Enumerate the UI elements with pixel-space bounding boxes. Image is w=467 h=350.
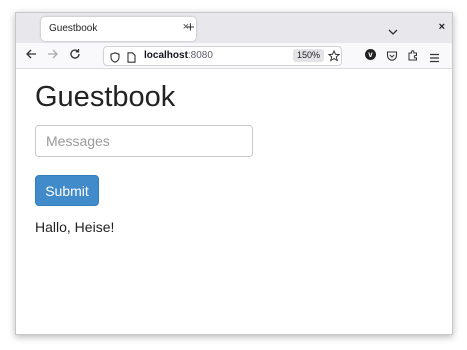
tab-bar: Guestbook × + × <box>16 13 452 43</box>
message-input[interactable] <box>35 125 253 157</box>
new-tab-icon[interactable]: + <box>186 19 195 36</box>
window-close-icon[interactable]: × <box>439 21 445 33</box>
browser-window: Guestbook × + × localhost:8080 150% v Gu… <box>15 12 453 335</box>
extension-icon[interactable]: v <box>365 49 376 60</box>
bookmark-star-icon[interactable] <box>327 49 341 67</box>
page-icon[interactable] <box>127 50 136 68</box>
forward-icon[interactable] <box>47 48 59 63</box>
message-entry: Hallo, Heise! <box>35 219 115 235</box>
pocket-icon[interactable] <box>386 49 398 67</box>
shield-icon[interactable] <box>110 50 120 68</box>
page-title: Guestbook <box>35 81 176 113</box>
nav-toolbar: localhost:8080 150% v <box>16 43 452 69</box>
url-port: :8080 <box>187 50 213 61</box>
extensions-puzzle-icon[interactable] <box>407 48 419 66</box>
back-icon[interactable] <box>25 48 37 63</box>
submit-button[interactable]: Submit <box>35 175 99 206</box>
tab-title: Guestbook <box>49 23 98 34</box>
url-text[interactable]: localhost:8080 <box>144 50 213 61</box>
reload-icon[interactable] <box>69 48 81 63</box>
menu-icon[interactable] <box>429 50 440 68</box>
zoom-level-badge[interactable]: 150% <box>293 49 325 62</box>
page-content: Guestbook Submit Hallo, Heise! <box>16 69 452 334</box>
url-host: localhost <box>144 50 188 61</box>
url-bar[interactable]: localhost:8080 150% <box>103 46 342 66</box>
chevron-down-icon[interactable] <box>388 23 398 41</box>
tab-guestbook[interactable]: Guestbook × <box>41 17 196 41</box>
